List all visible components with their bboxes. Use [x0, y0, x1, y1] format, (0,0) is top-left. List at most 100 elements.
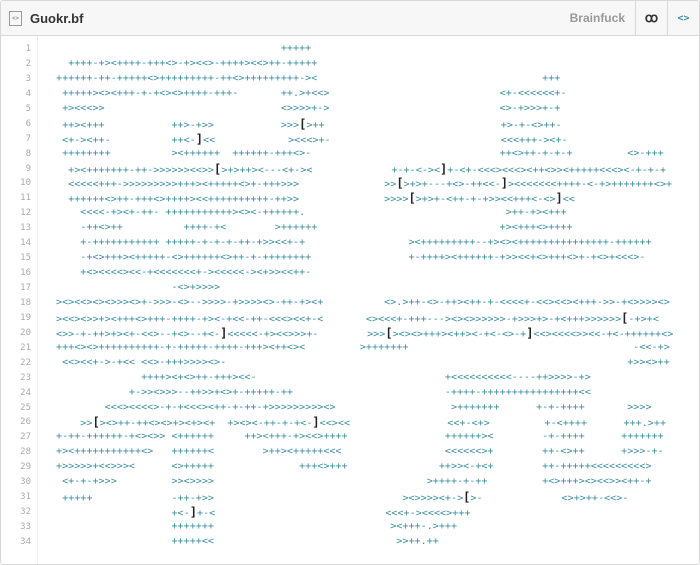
code-text: +++++><><+++-+-+<><>++++-+++- ++.>+<<> <…: [56, 87, 567, 99]
code-line: 29 +>>>>>+<<>>>< <>+++++ +++<>+++ ++>><-+…: [1, 460, 699, 475]
code-line: 13 -++<>++ ++++-+< >++++++ +><+++<>++++: [1, 221, 699, 236]
code-line: 14 +-+++++++++++ +++++-+-+-+-++-+>><<+-+…: [1, 236, 699, 251]
line-number[interactable]: 34: [1, 535, 31, 550]
code-text: +-+++++++++++ +++++-+-+-+-++-+>><<+-+ ><…: [56, 237, 652, 249]
line-number[interactable]: 21: [1, 341, 31, 356]
loop-bracket: ]: [220, 325, 228, 340]
line-number[interactable]: 23: [1, 371, 31, 386]
code-line: 10 <<<<<+++->>>>>>>>>+++><+++++<>+-+++>>…: [1, 176, 699, 191]
code-line: 26 >>[><>++-++<><>+><+><+ +><><-++-+-+<-…: [1, 415, 699, 430]
code-file-icon: <>: [9, 10, 22, 26]
line-number[interactable]: 4: [1, 87, 31, 102]
code-line: 12 <<<<-+><+-++- +++++++++++><><-++++++.…: [1, 206, 699, 221]
line-number[interactable]: 33: [1, 520, 31, 535]
code-line: 21 +++<><>++++++++++-+-+++++-++++-+++><++…: [1, 341, 699, 356]
line-number[interactable]: 12: [1, 206, 31, 221]
line-number[interactable]: 20: [1, 326, 31, 341]
code-line: 3 ++++++-++-+++++<>+++++++++-++<>++++++++…: [1, 72, 699, 87]
line-number[interactable]: 3: [1, 72, 31, 87]
file-viewer: <> Guokr.bf Brainfuck ꝏ <> 1 +++++ 2 ++++…: [0, 0, 700, 565]
language-label: Brainfuck: [569, 11, 625, 25]
line-number[interactable]: 30: [1, 475, 31, 490]
code-line: 23 ++++><+<>++-+++><<- +<<<<<<<<<<----++…: [1, 371, 699, 386]
line-number[interactable]: 22: [1, 356, 31, 371]
code-text: +><+++++++-++->>>>>><<>>[>+>++><---<+-><…: [56, 161, 667, 176]
loop-bracket: ]: [500, 176, 509, 191]
line-number[interactable]: 18: [1, 296, 31, 311]
loop-bracket: ]: [312, 415, 320, 430]
loop-bracket: ]: [195, 131, 204, 146]
line-number[interactable]: 25: [1, 401, 31, 416]
code-line: 6 ++><+++ ++>-+>> >>>[>++ +>-+-<>++-: [1, 117, 699, 132]
code-line: 7 <+-><++- ++<-]<< ><<<>+- <<<+++-><+-: [1, 132, 699, 147]
code-line: 5 +><<<>> <>>>>+-> <>-+>>>+-+: [1, 102, 699, 117]
code-line: 32 +<-]+-< <<<+-><<<<>+++: [1, 505, 699, 520]
loop-bracket: [: [621, 310, 629, 325]
view-raw-button[interactable]: <>: [667, 1, 699, 35]
code-text: -+<>+++><+++++-<>++++++<>++-+-++++++++ +…: [56, 252, 646, 264]
code-line: 22 <<><<+->-+<< <<>-+++>>>><>- +>><>++: [1, 356, 699, 371]
line-number[interactable]: 13: [1, 221, 31, 236]
code-line: 11 ++++++<>++-+++<>++++><<++++++++++-++>…: [1, 191, 699, 206]
code-line: 8 ++++++++ ><++++++ ++++++-+++<>- ++<>++…: [1, 147, 699, 162]
line-number[interactable]: 6: [1, 117, 31, 132]
line-number[interactable]: 15: [1, 251, 31, 266]
line-number[interactable]: 10: [1, 176, 31, 191]
code-text: +++++<< >>++.++: [56, 535, 439, 547]
line-number[interactable]: 32: [1, 505, 31, 520]
code-line: 15 -+<>+++><+++++-<>++++++<>++-+-+++++++…: [1, 251, 699, 266]
code-text: <+-+-+>>> >><>>>> >++++-+-++ +<>+++><><<…: [56, 476, 652, 488]
line-number[interactable]: 24: [1, 386, 31, 401]
line-number[interactable]: 26: [1, 415, 31, 430]
loop-bracket: [: [214, 161, 222, 176]
code-text: +++++++ ><+++-.>+++: [56, 521, 458, 532]
code-lines: 1 +++++ 2 ++++-+><++++-+++<>-+><<>-++++><…: [1, 42, 699, 550]
code-text: ++++-+><++++-+++<>-+><<>-++++><<>++-++++…: [56, 57, 318, 69]
line-number[interactable]: 16: [1, 266, 31, 281]
code-line: 9 +><+++++++-++->>>>>><<>>[>+>++><---<+-…: [1, 162, 699, 177]
line-number[interactable]: 2: [1, 57, 31, 72]
loop-bracket: ]: [526, 325, 534, 340]
code-text: +++++ -++-+>> ><>>>><+->[>- <>+>++-<<>-: [56, 490, 629, 505]
permalink-button[interactable]: ꝏ: [635, 1, 667, 35]
line-number[interactable]: 14: [1, 236, 31, 251]
code-text: +->><>>>--++>>+<>+-+++++-++ -++++-++++++…: [56, 386, 591, 398]
code-line: 17 -<>+>>>>: [1, 281, 699, 296]
code-text: >>[><>++-++<><>+><+><+ +><><-++-+-+<-]<<…: [56, 415, 667, 430]
code-text: +><+++++++++++<> ++++++< >++><+++++<<< <…: [56, 446, 664, 458]
code-text: ><<><>>+><+++<>+++-++++-+><-+<<-++-<<<><…: [56, 310, 659, 325]
line-number[interactable]: 17: [1, 281, 31, 296]
code-text: -++<>++ ++++-+< >++++++ +><+++<>++++: [56, 222, 573, 234]
code-line: 25 <<<><<<<>-+-+<<<><++-+-++-+>>>>>>>>><…: [1, 401, 699, 416]
code-line: 2 ++++-+><++++-+++<>-+><<>-++++><<>++-++…: [1, 57, 699, 72]
line-number[interactable]: 5: [1, 102, 31, 117]
line-number[interactable]: 8: [1, 147, 31, 162]
line-number[interactable]: 1: [1, 42, 31, 57]
code-text: +<-]+-< <<<+-><<<<>+++: [56, 505, 471, 520]
code-text: ++++++-++-+++++<>+++++++++-++<>+++++++++…: [56, 72, 561, 84]
loop-bracket: [: [299, 116, 307, 131]
code-text: <<<<-+><+-++- +++++++++++><><-++++++. >+…: [56, 207, 567, 219]
line-number[interactable]: 27: [1, 430, 31, 445]
code-text: <>>-+-++>+><+-<<>--+<>--+<-]<<<<<-+><<>>…: [56, 325, 674, 340]
code-brackets-icon: <>: [677, 12, 690, 24]
line-number[interactable]: 19: [1, 311, 31, 326]
code-line: 18 ><><<><><>>><>+->>>-<>-->>>>-+>>>><>-+…: [1, 296, 699, 311]
line-number[interactable]: 29: [1, 460, 31, 475]
line-number[interactable]: 31: [1, 490, 31, 505]
line-number[interactable]: 11: [1, 191, 31, 206]
line-number[interactable]: 28: [1, 445, 31, 460]
code-text: +>>>>>+<<>>>< <>+++++ +++<>+++ ++>><-+<+…: [56, 461, 652, 473]
loop-bracket: ]: [555, 191, 563, 206]
code-text: +++<><>++++++++++-+-+++++-++++-+++><++<>…: [56, 341, 670, 353]
file-header: <> Guokr.bf Brainfuck ꝏ <>: [1, 1, 699, 36]
code-line: 24 +->><>>>--++>>+<>+-+++++-++ -++++-+++…: [1, 386, 699, 401]
line-number[interactable]: 7: [1, 132, 31, 147]
loop-bracket: ]: [440, 161, 448, 176]
code-area: 1 +++++ 2 ++++-+><++++-+++<>-+><<>-++++><…: [1, 36, 699, 564]
code-text: ><><<><><>>><>+->>>-<>-->>>>-+>>>><>-++-…: [56, 296, 670, 308]
link-icon: ꝏ: [644, 10, 659, 25]
code-line: 30 <+-+-+>>> >><>>>> >++++-+-++ +<>+++><…: [1, 475, 699, 490]
loop-bracket: [: [396, 176, 404, 191]
line-number[interactable]: 9: [1, 162, 31, 177]
